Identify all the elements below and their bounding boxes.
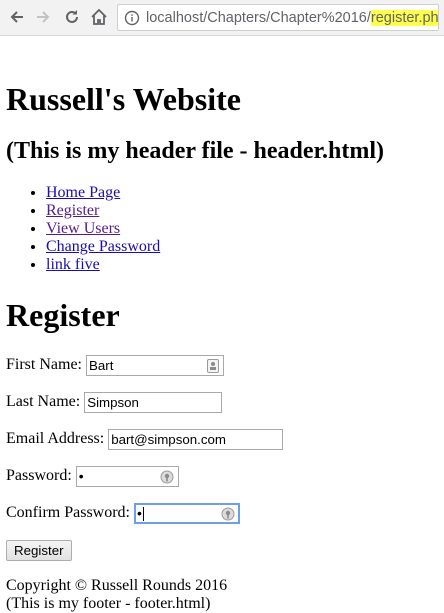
email-field[interactable]: bart@simpson.com	[108, 428, 284, 450]
header-note: (This is my header file - header.html)	[6, 138, 384, 164]
copyright-text: Copyright © Russell Rounds 2016	[6, 577, 228, 594]
nav-link-view-users[interactable]: View Users	[46, 220, 120, 237]
confirm-password-field[interactable]: •	[134, 502, 240, 524]
nav-item: Register	[46, 202, 160, 220]
back-button[interactable]	[6, 6, 28, 28]
browser-toolbar: localhost/Chapters/Chapter%2016/register…	[0, 0, 444, 36]
last-name-row: Last Name: Simpson	[6, 391, 223, 413]
key-icon[interactable]	[221, 507, 235, 521]
nav-link-home[interactable]: Home Page	[46, 184, 120, 201]
password-value: •	[78, 467, 84, 484]
info-icon[interactable]	[124, 10, 140, 26]
nav-item: link five	[46, 256, 160, 274]
arrow-left-icon	[10, 11, 23, 23]
register-heading: Register	[6, 297, 120, 333]
footer-note: (This is my footer - footer.html)	[6, 595, 211, 612]
url-filename: register.php	[370, 9, 438, 26]
nav-item: View Users	[46, 220, 160, 238]
last-name-label: Last Name:	[6, 393, 81, 410]
confirm-password-label: Confirm Password:	[6, 504, 130, 521]
first-name-field[interactable]: Bart	[86, 354, 224, 376]
nav-item: Home Page	[46, 184, 160, 202]
forward-button[interactable]	[32, 6, 54, 28]
email-label: Email Address:	[6, 430, 105, 447]
reload-button[interactable]	[61, 6, 83, 28]
nav-link-change-password[interactable]: Change Password	[46, 238, 160, 255]
password-field[interactable]: •	[75, 465, 179, 487]
text-caret	[142, 506, 144, 521]
home-button[interactable]	[88, 6, 110, 28]
password-row: Password: •	[6, 465, 179, 487]
site-title: Russell's Website	[6, 81, 241, 117]
first-name-label: First Name:	[6, 356, 82, 373]
address-bar[interactable]: localhost/Chapters/Chapter%2016/register…	[117, 4, 439, 31]
nav-link-five[interactable]: link five	[46, 256, 100, 273]
confirm-password-value: •	[137, 504, 142, 521]
reload-icon	[66, 10, 78, 23]
nav-list: Home Page Register View Users Change Pas…	[0, 184, 160, 274]
nav-item: Change Password	[46, 238, 160, 256]
url-path: localhost/Chapters/Chapter%2016/	[146, 9, 371, 26]
contact-card-icon[interactable]	[207, 358, 219, 373]
nav-link-register[interactable]: Register	[46, 202, 99, 219]
first-name-value: Bart	[89, 357, 114, 373]
confirm-password-row: Confirm Password: •	[6, 502, 240, 524]
email-row: Email Address: bart@simpson.com	[6, 428, 284, 450]
footer: Copyright © Russell Rounds 2016 (This is…	[6, 577, 227, 613]
key-icon[interactable]	[160, 470, 174, 484]
email-value: bart@simpson.com	[111, 431, 226, 447]
arrow-right-icon	[37, 11, 50, 23]
last-name-value: Simpson	[87, 394, 139, 410]
password-label: Password:	[6, 467, 72, 484]
first-name-row: First Name: Bart	[6, 354, 224, 376]
register-button[interactable]: Register	[6, 540, 72, 561]
last-name-field[interactable]: Simpson	[84, 391, 223, 413]
home-icon	[91, 8, 107, 25]
